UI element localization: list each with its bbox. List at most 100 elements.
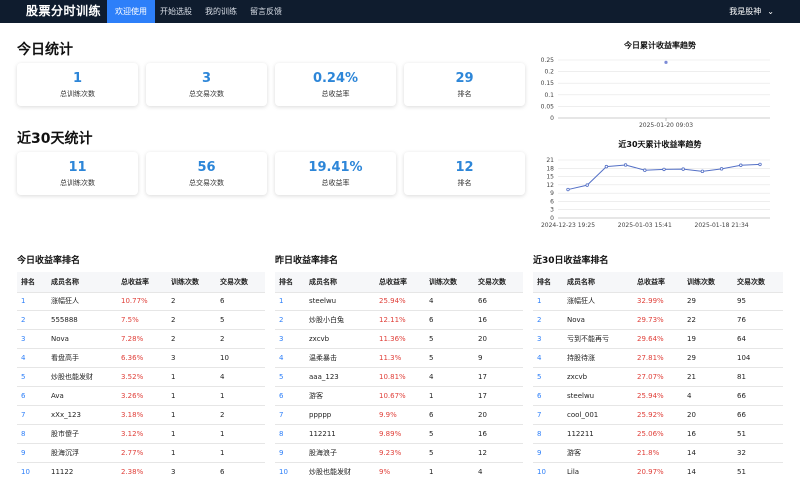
member-name-cell[interactable]: aaa_123 [305, 367, 375, 387]
table-row[interactable]: 2 炒股小白兔 12.11% 6 16 [275, 310, 523, 330]
member-name-cell[interactable]: Lila [563, 461, 633, 481]
table-row[interactable]: 7 ppppp 9.9% 6 20 [275, 404, 523, 425]
member-name-cell[interactable]: xXx_123 [47, 404, 117, 425]
member-name-cell[interactable]: Nova [47, 329, 117, 349]
user-name: 我是股神 [729, 7, 762, 16]
table-row[interactable]: 5 aaa_123 10.81% 4 17 [275, 367, 523, 387]
table-row[interactable]: 10 炒股也能发财 9% 1 4 [275, 461, 523, 481]
table-row[interactable]: 4 温柔暴击 11.3% 5 9 [275, 348, 523, 368]
y-tick-label: 6 [550, 198, 554, 205]
trades-cell: 51 [733, 423, 783, 444]
member-name-cell[interactable]: zxcvb [563, 367, 633, 387]
member-name-cell[interactable]: 股海沉浮 [47, 442, 117, 463]
user-menu[interactable]: 我是股神 ⌄ [729, 0, 774, 23]
nav-my-training[interactable]: 我的训练 [197, 0, 245, 23]
table-row[interactable]: 9 股海浪子 9.23% 5 12 [275, 442, 523, 463]
member-name-cell[interactable]: 涨幅狂人 [563, 291, 633, 311]
table-row[interactable]: 5 炒股也能发财 3.52% 1 4 [17, 367, 265, 387]
trainings-cell: 22 [683, 310, 733, 330]
member-name-cell[interactable]: 看盘高手 [47, 348, 117, 368]
member-name-cell[interactable]: 555888 [47, 310, 117, 330]
app-brand[interactable]: 股票分时训练 [26, 2, 101, 19]
table-row[interactable]: 10 11122 2.38% 3 6 [17, 461, 265, 481]
member-name-cell[interactable]: 炒股也能发财 [305, 461, 375, 481]
return-cell: 29.73% [633, 310, 683, 330]
table-row[interactable]: 9 股海沉浮 2.77% 1 1 [17, 442, 265, 463]
return-cell: 11.36% [375, 329, 425, 349]
col-return-header: 总收益率 [117, 272, 167, 292]
member-name-cell[interactable]: 涨幅狂人 [47, 291, 117, 311]
member-name-cell[interactable]: 持股待涨 [563, 348, 633, 368]
rank-cell: 4 [275, 348, 305, 368]
member-name-cell[interactable]: 112211 [305, 423, 375, 444]
return-cell: 9% [375, 461, 425, 481]
member-name-cell[interactable]: 股市傻子 [47, 423, 117, 444]
table-row[interactable]: 1 steelwu 25.94% 4 66 [275, 291, 523, 311]
table-row[interactable]: 2 Nova 29.73% 22 76 [533, 310, 783, 330]
table-row[interactable]: 9 游客 21.8% 14 32 [533, 442, 783, 463]
y-tick-label: 0.05 [541, 103, 555, 110]
return-cell: 3.18% [117, 404, 167, 425]
rank-cell: 8 [17, 423, 47, 444]
member-name-cell[interactable]: Nova [563, 310, 633, 330]
table-row[interactable]: 7 xXx_123 3.18% 1 2 [17, 404, 265, 425]
rank-cell: 3 [275, 329, 305, 349]
table-row[interactable]: 4 看盘高手 6.36% 3 10 [17, 348, 265, 368]
table-row[interactable]: 2 555888 7.5% 2 5 [17, 310, 265, 330]
trainings-cell: 2 [167, 310, 216, 330]
table-row[interactable]: 1 涨幅狂人 10.77% 2 6 [17, 291, 265, 311]
member-name-cell[interactable]: 游客 [563, 442, 633, 463]
nav-feedback[interactable]: 留言反馈 [242, 0, 290, 23]
trades-cell: 66 [733, 404, 783, 425]
table-row[interactable]: 7 cool_001 25.92% 20 66 [533, 404, 783, 425]
trades-cell: 6 [216, 461, 265, 481]
member-name-cell[interactable]: 炒股也能发财 [47, 367, 117, 387]
return-cell: 11.3% [375, 348, 425, 368]
table-row[interactable]: 4 持股待涨 27.81% 29 104 [533, 348, 783, 368]
member-name-cell[interactable]: 股海浪子 [305, 442, 375, 463]
member-name-cell[interactable]: Ava [47, 385, 117, 406]
nav-welcome[interactable]: 欢迎使用 [107, 0, 155, 23]
table-row[interactable]: 6 steelwu 25.94% 4 66 [533, 385, 783, 406]
member-name-cell[interactable]: 亏到不能再亏 [563, 329, 633, 349]
member-name-cell[interactable]: 11122 [47, 461, 117, 481]
trades-cell: 17 [474, 367, 523, 387]
member-name-cell[interactable]: steelwu [305, 291, 375, 311]
return-cell: 20.97% [633, 461, 683, 481]
table-row[interactable]: 8 112211 25.06% 16 51 [533, 423, 783, 444]
member-name-cell[interactable]: 炒股小白兔 [305, 310, 375, 330]
table-row[interactable]: 5 zxcvb 27.07% 21 81 [533, 367, 783, 387]
member-name-cell[interactable]: 温柔暴击 [305, 348, 375, 368]
nav-select-stock[interactable]: 开始选股 [152, 0, 200, 23]
table-row[interactable]: 3 亏到不能再亏 29.64% 19 64 [533, 329, 783, 349]
table-row[interactable]: 6 Ava 3.26% 1 1 [17, 385, 265, 406]
trainings-cell: 29 [683, 348, 733, 368]
table-row[interactable]: 10 Lila 20.97% 14 51 [533, 461, 783, 481]
trainings-cell: 29 [683, 291, 733, 311]
table-row[interactable]: 3 Nova 7.28% 2 2 [17, 329, 265, 349]
trades-cell: 32 [733, 442, 783, 463]
data-point [719, 167, 724, 171]
table-row[interactable]: 3 zxcvb 11.36% 5 20 [275, 329, 523, 349]
member-name-cell[interactable]: zxcvb [305, 329, 375, 349]
trainings-cell: 1 [167, 423, 216, 444]
today-stats-title: 今日统计 [17, 42, 73, 58]
trainings-cell: 4 [425, 291, 474, 311]
month-return-trend-chart: 03 691215 1821 2024-12-23 19:25 2025-01-03 1… [541, 157, 770, 229]
table-row[interactable]: 8 股市傻子 3.12% 1 1 [17, 423, 265, 444]
member-name-cell[interactable]: ppppp [305, 404, 375, 425]
month-stats-title: 近30天统计 [17, 131, 93, 147]
table-row[interactable]: 8 112211 9.89% 5 16 [275, 423, 523, 444]
member-name-cell[interactable]: 112211 [563, 423, 633, 444]
y-tick-label: 0.15 [541, 80, 555, 87]
rank-cell: 10 [275, 461, 305, 481]
yesterday-ranking-table: 排名 成员名称 总收益率 训练次数 交易次数 1 steelwu 25.94% 4 66… [275, 272, 523, 481]
member-name-cell[interactable]: steelwu [563, 385, 633, 406]
table-row[interactable]: 6 游客 10.67% 1 17 [275, 385, 523, 406]
y-tick-label: 0 [550, 215, 554, 222]
member-name-cell[interactable]: cool_001 [563, 404, 633, 425]
col-trainings-header: 训练次数 [683, 272, 733, 292]
member-name-cell[interactable]: 游客 [305, 385, 375, 406]
table-row[interactable]: 1 涨幅狂人 32.99% 29 95 [533, 291, 783, 311]
return-cell: 9.9% [375, 404, 425, 425]
